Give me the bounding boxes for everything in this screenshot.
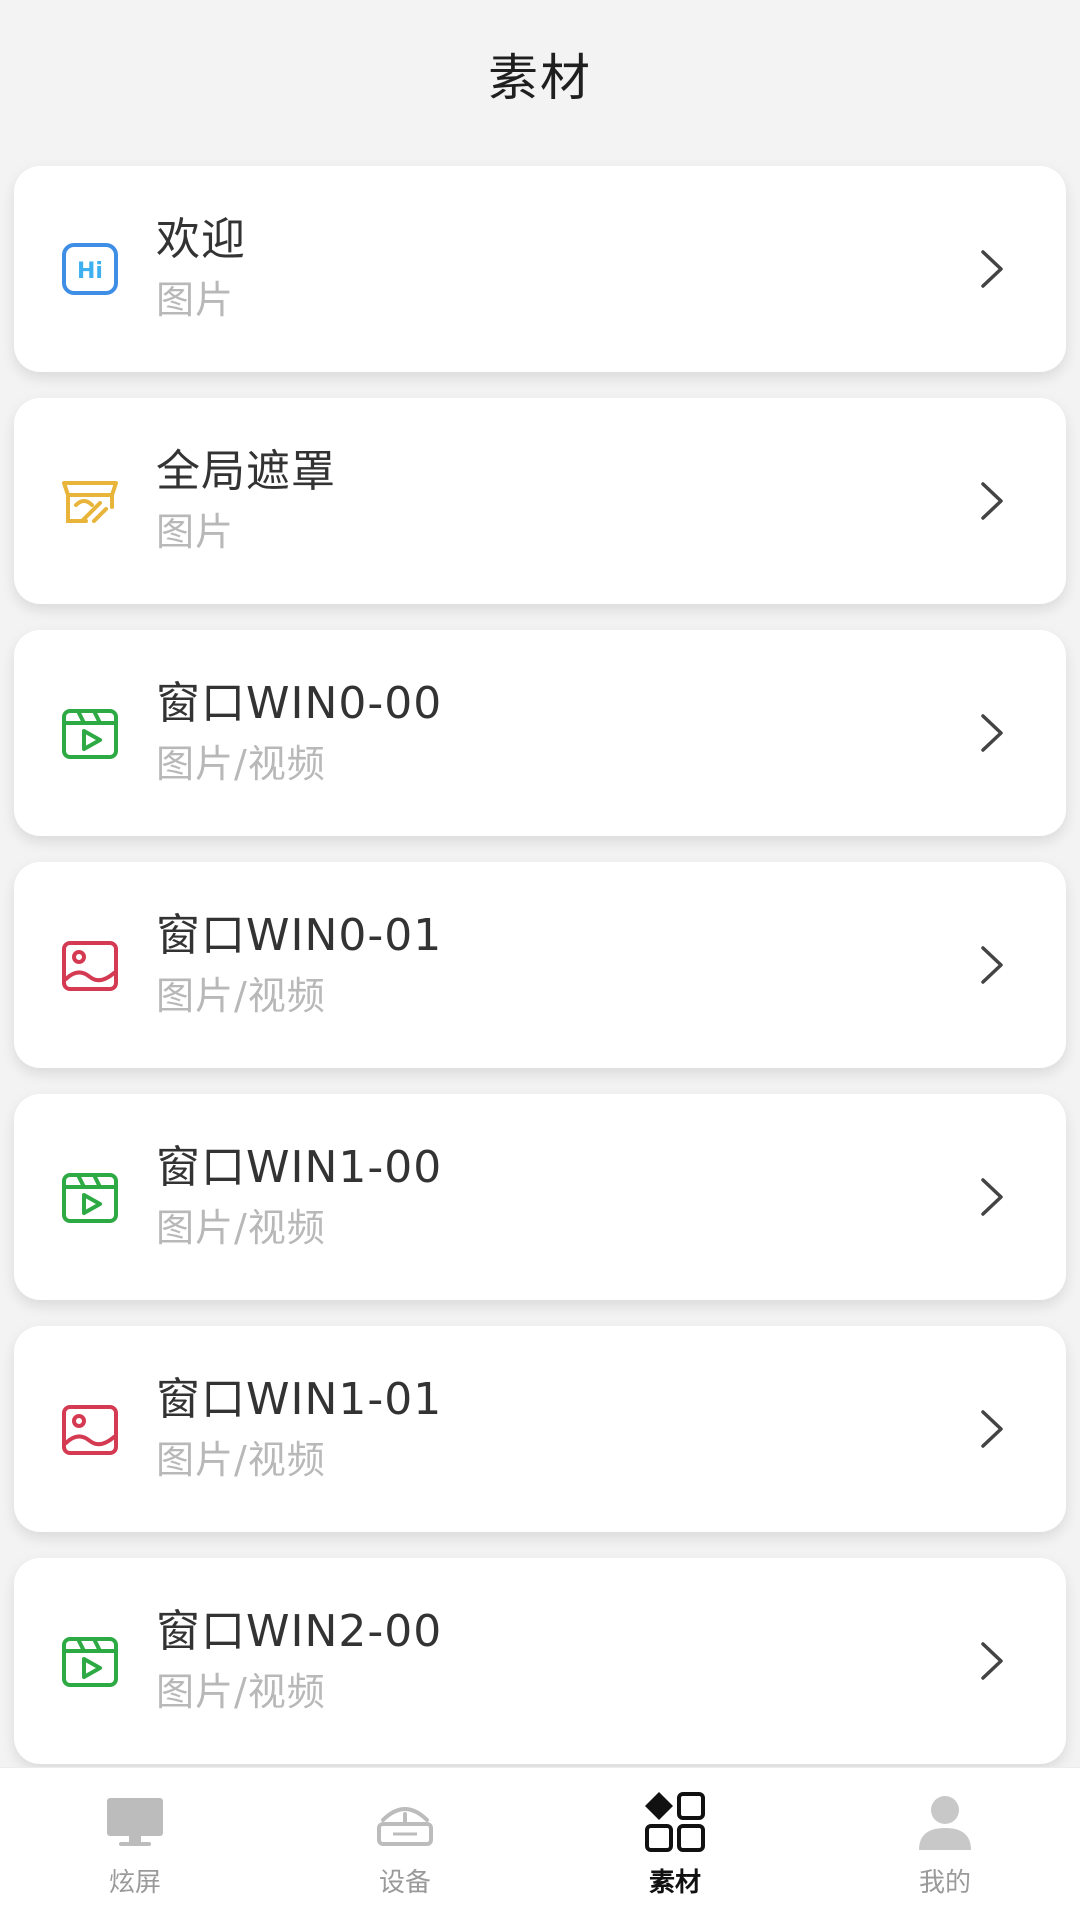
chevron-right-icon — [981, 1642, 1003, 1680]
video-icon — [58, 701, 122, 765]
item-subtitle: 图片/视频 — [156, 974, 326, 1018]
mask-icon — [58, 469, 122, 533]
item-title: 窗口WIN2-00 — [156, 1606, 443, 1657]
item-title: 全局遮罩 — [156, 446, 336, 497]
list-item-win2-00[interactable]: 窗口WIN2-00 图片/视频 — [14, 1558, 1066, 1764]
item-subtitle: 图片/视频 — [156, 742, 326, 786]
image-icon — [58, 933, 122, 997]
nav-label: 素材 — [648, 1867, 701, 1898]
nav-label: 设备 — [378, 1867, 431, 1898]
nav-label: 我的 — [918, 1867, 971, 1898]
list-item-win1-00[interactable]: 窗口WIN1-00 图片/视频 — [14, 1094, 1066, 1300]
hi-icon: Hi — [58, 237, 122, 301]
nav-item-screen[interactable]: 炫屏 — [10, 1768, 260, 1920]
list-item-win0-00[interactable]: 窗口WIN0-00 图片/视频 — [14, 630, 1066, 836]
item-title: 窗口WIN1-00 — [156, 1142, 443, 1193]
item-subtitle: 图片/视频 — [156, 1438, 326, 1482]
list-item-win1-01[interactable]: 窗口WIN1-01 图片/视频 — [14, 1326, 1066, 1532]
list-item-global-mask[interactable]: 全局遮罩 图片 — [14, 398, 1066, 604]
nav-item-materials[interactable]: 素材 — [550, 1768, 800, 1920]
list-item-win0-01[interactable]: 窗口WIN0-01 图片/视频 — [14, 862, 1066, 1068]
header: 素材 — [0, 0, 1080, 148]
item-title: 窗口WIN0-00 — [156, 678, 443, 729]
chevron-right-icon — [981, 1410, 1003, 1448]
chevron-right-icon — [981, 946, 1003, 984]
nav-item-device[interactable]: 设备 — [280, 1768, 530, 1920]
user-icon — [919, 1795, 971, 1850]
nav-label: 炫屏 — [108, 1867, 161, 1898]
chevron-right-icon — [981, 250, 1003, 288]
list-item-welcome[interactable]: Hi 欢迎 图片 — [14, 166, 1066, 372]
device-icon — [377, 1806, 433, 1846]
item-subtitle: 图片/视频 — [156, 1670, 326, 1714]
page-title: 素材 — [488, 49, 592, 107]
item-subtitle: 图片 — [156, 278, 235, 322]
material-list: Hi 欢迎 图片 全局遮罩 图片 窗口WIN0-00 图片/视频 窗口WIN0-… — [0, 148, 1080, 1764]
materials-icon — [645, 1791, 705, 1852]
item-title: 窗口WIN0-01 — [156, 910, 443, 961]
item-title: 窗口WIN1-01 — [156, 1374, 443, 1425]
monitor-icon — [107, 1797, 163, 1846]
svg-text:Hi: Hi — [77, 259, 103, 284]
chevron-right-icon — [981, 482, 1003, 520]
item-title: 欢迎 — [156, 214, 246, 265]
chevron-right-icon — [981, 1178, 1003, 1216]
chevron-right-icon — [981, 714, 1003, 752]
item-subtitle: 图片 — [156, 510, 235, 554]
video-icon — [58, 1629, 122, 1693]
bottom-navigation: 炫屏 设备 素材 我的 — [0, 1767, 1080, 1920]
image-icon — [58, 1397, 122, 1461]
nav-item-profile[interactable]: 我的 — [820, 1768, 1070, 1920]
video-icon — [58, 1165, 122, 1229]
item-subtitle: 图片/视频 — [156, 1206, 326, 1250]
